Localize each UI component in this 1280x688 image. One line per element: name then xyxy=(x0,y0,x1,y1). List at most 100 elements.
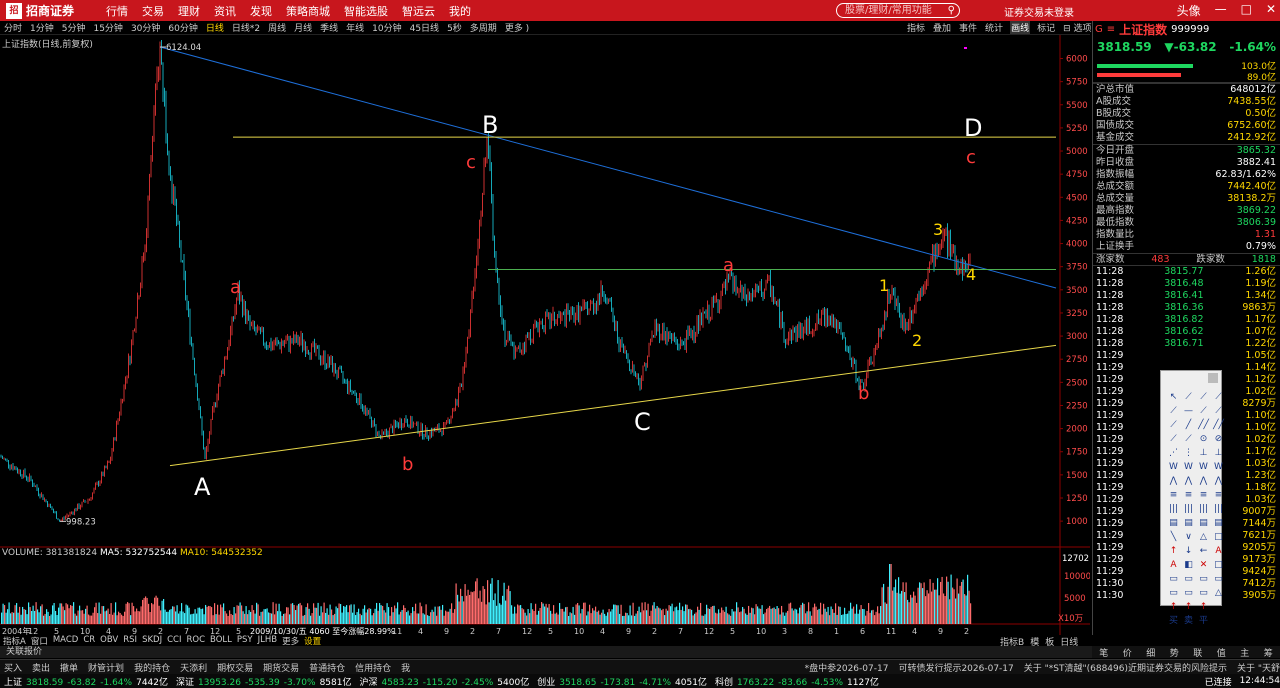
menu-item[interactable]: 智能选股 xyxy=(344,3,388,19)
draw-tool-icon[interactable]: ← xyxy=(1197,545,1210,558)
draw-tool-icon[interactable]: ⟋ xyxy=(1182,433,1195,446)
draw-tool-icon[interactable]: ≡ xyxy=(1212,489,1225,502)
draw-tool-icon[interactable]: W xyxy=(1212,461,1225,474)
draw-tool-icon[interactable]: ↑ xyxy=(1182,601,1195,614)
indicator-tab[interactable]: OBV xyxy=(100,635,118,646)
quote-tab[interactable]: 筹 xyxy=(1264,646,1273,659)
draw-tool-icon[interactable]: ⟋ xyxy=(1167,419,1180,432)
draw-tool-icon[interactable]: ≡ xyxy=(1167,489,1180,502)
close-button[interactable]: ✕ xyxy=(1266,2,1276,19)
indicator-tab[interactable]: BOLL xyxy=(210,635,232,646)
draw-tool-icon[interactable]: ╱╱ xyxy=(1212,419,1225,432)
trade-shortcut[interactable]: 买入 xyxy=(4,661,22,674)
toolbar-item[interactable]: 指标 xyxy=(906,21,926,34)
indicator-tab[interactable]: JLHB xyxy=(258,635,277,646)
trade-shortcut[interactable]: 期货交易 xyxy=(263,661,299,674)
draw-tool-icon[interactable]: ⟋ xyxy=(1197,405,1210,418)
draw-tool-icon[interactable]: ↑ xyxy=(1167,545,1180,558)
period-tab[interactable]: 年线 xyxy=(346,21,364,34)
login-status[interactable]: 证券交易未登录 xyxy=(1004,4,1074,19)
indicator-tab[interactable]: ROC xyxy=(186,635,205,646)
draw-tool-icon[interactable]: ∨ xyxy=(1182,531,1195,544)
draw-tool-icon[interactable]: ⋀ xyxy=(1212,475,1225,488)
period-tab[interactable]: 45日线 xyxy=(410,21,439,34)
period-tab[interactable]: 60分钟 xyxy=(168,21,197,34)
quote-tab[interactable]: 值 xyxy=(1217,646,1226,659)
menu-icon[interactable]: ≡ xyxy=(1107,24,1115,35)
drawing-tools-palette[interactable]: ↖ ⟋ ⟋ ⟋ ⟋ — ⟋ ⟋ ⟋ ╱ ╱╱ ╱╱ ⟋ ⟋ ⊙ ⊘ ⋰ ⋮ ⊥ ⊥ W W W W ⋀ ⋀ ⋀ ⋀ ≡ ≡ ≡ ≡ ||| |||… xyxy=(1160,370,1225,626)
period-tab[interactable]: 更多 ) xyxy=(505,21,529,34)
draw-tool-icon[interactable]: ╲ xyxy=(1167,531,1180,544)
trade-shortcut[interactable]: 普通持仓 xyxy=(309,661,345,674)
indicator-tab[interactable]: SKDJ xyxy=(142,635,162,646)
draw-tool-icon[interactable] xyxy=(1212,615,1225,628)
draw-tool-icon[interactable]: — xyxy=(1182,405,1195,418)
draw-tool-icon[interactable]: W xyxy=(1167,461,1180,474)
draw-tool-icon[interactable]: ▭ xyxy=(1182,587,1195,600)
draw-tool-icon[interactable]: □ xyxy=(1212,531,1225,544)
draw-tool-icon[interactable]: △ xyxy=(1212,587,1225,600)
trade-shortcut[interactable]: 卖出 xyxy=(32,661,50,674)
draw-tool-icon[interactable]: A xyxy=(1167,559,1180,572)
draw-tool-icon[interactable]: ⊙ xyxy=(1197,433,1210,446)
draw-tool-icon[interactable]: □ xyxy=(1212,559,1225,572)
draw-tool-icon[interactable]: ▭ xyxy=(1167,587,1180,600)
draw-tool-icon[interactable] xyxy=(1212,601,1225,614)
toolbar-item[interactable]: 画线 xyxy=(1010,21,1031,34)
quote-tab[interactable]: 笔 xyxy=(1099,646,1108,659)
indicator-tab[interactable]: PSY xyxy=(237,635,253,646)
draw-tool-icon[interactable]: 买 xyxy=(1167,615,1180,628)
index-ticker[interactable]: 上证 3818.59 -63.82 -1.64% 7442亿 xyxy=(4,675,168,688)
indicator-tab[interactable]: 设置 xyxy=(304,635,321,647)
minimize-button[interactable]: — xyxy=(1215,2,1227,19)
draw-tool-icon[interactable]: ⋰ xyxy=(1167,447,1180,460)
draw-tool-icon[interactable]: A xyxy=(1212,545,1225,558)
index-ticker[interactable]: 深证 13953.26 -535.39 -3.70% 8581亿 xyxy=(176,675,351,688)
draw-tool-icon[interactable]: ⋀ xyxy=(1182,475,1195,488)
draw-tool-icon[interactable]: ⊥ xyxy=(1197,447,1210,460)
draw-tool-icon[interactable]: ▤ xyxy=(1212,517,1225,530)
trade-shortcut[interactable]: 我的持仓 xyxy=(134,661,170,674)
trade-shortcut[interactable]: 信用持仓 xyxy=(355,661,391,674)
notice-link[interactable]: 可转债发行提示2026-07-17 xyxy=(898,661,1013,674)
period-tab[interactable]: 分时 xyxy=(4,21,22,34)
quote-tab[interactable]: 主 xyxy=(1240,646,1249,659)
related-quotes-bar[interactable]: 关联报价 xyxy=(0,646,1280,658)
period-tab[interactable]: 日线 xyxy=(206,21,224,34)
draw-tool-icon[interactable]: ⋀ xyxy=(1167,475,1180,488)
draw-tool-icon[interactable]: ↓ xyxy=(1182,545,1195,558)
avatar-icon[interactable]: 头像 xyxy=(1177,2,1201,19)
period-tab[interactable]: 30分钟 xyxy=(131,21,160,34)
notice-link[interactable]: *盘中参2026-07-17 xyxy=(805,661,889,674)
notice-link[interactable]: 关于 "*ST清越"(688496)近期证券交易的风险提示 xyxy=(1024,661,1227,674)
period-tab[interactable]: 5秒 xyxy=(447,21,462,34)
draw-tool-icon[interactable]: ◧ xyxy=(1182,559,1195,572)
menu-item[interactable]: 策略商城 xyxy=(286,3,330,19)
trade-shortcut[interactable]: 财管计划 xyxy=(88,661,124,674)
menu-item[interactable]: 交易 xyxy=(142,3,164,19)
app-logo[interactable]: 招招商证券 xyxy=(0,2,100,19)
trade-shortcut[interactable]: 天添利 xyxy=(180,661,207,674)
menu-item[interactable]: 理财 xyxy=(178,3,200,19)
period-tab[interactable]: 多周期 xyxy=(470,21,497,34)
notice-link[interactable]: 关于 "天舒 xyxy=(1237,661,1280,674)
draw-tool-icon[interactable]: ╱╱ xyxy=(1197,419,1210,432)
draw-tool-icon[interactable]: ⟋ xyxy=(1167,405,1180,418)
indicator-tab[interactable]: CR xyxy=(83,635,95,646)
indicator-tab[interactable]: 更多 xyxy=(282,635,299,647)
toolbar-item[interactable]: 统计 xyxy=(984,21,1004,34)
toolbar-item[interactable]: 事件 xyxy=(958,21,978,34)
period-tab[interactable]: 1分钟 xyxy=(30,21,54,34)
quote-tab[interactable]: 联 xyxy=(1193,646,1202,659)
draw-tool-icon[interactable]: ⟋ xyxy=(1212,391,1225,404)
draw-tool-icon[interactable]: ⊘ xyxy=(1212,433,1225,446)
draw-tool-icon[interactable]: ▤ xyxy=(1197,517,1210,530)
indicator-tab[interactable]: MACD xyxy=(53,635,78,646)
draw-tool-icon[interactable]: ||| xyxy=(1212,503,1225,516)
draw-tool-icon[interactable]: ↖ xyxy=(1167,391,1180,404)
draw-tool-icon[interactable]: 卖 xyxy=(1182,615,1195,628)
index-ticker[interactable]: 科创 1763.22 -83.66 -4.53% 1127亿 xyxy=(715,675,879,688)
draw-tool-icon[interactable]: ≡ xyxy=(1182,489,1195,502)
draw-tool-icon[interactable]: ||| xyxy=(1167,503,1180,516)
draw-tool-icon[interactable]: ↑ xyxy=(1197,601,1210,614)
